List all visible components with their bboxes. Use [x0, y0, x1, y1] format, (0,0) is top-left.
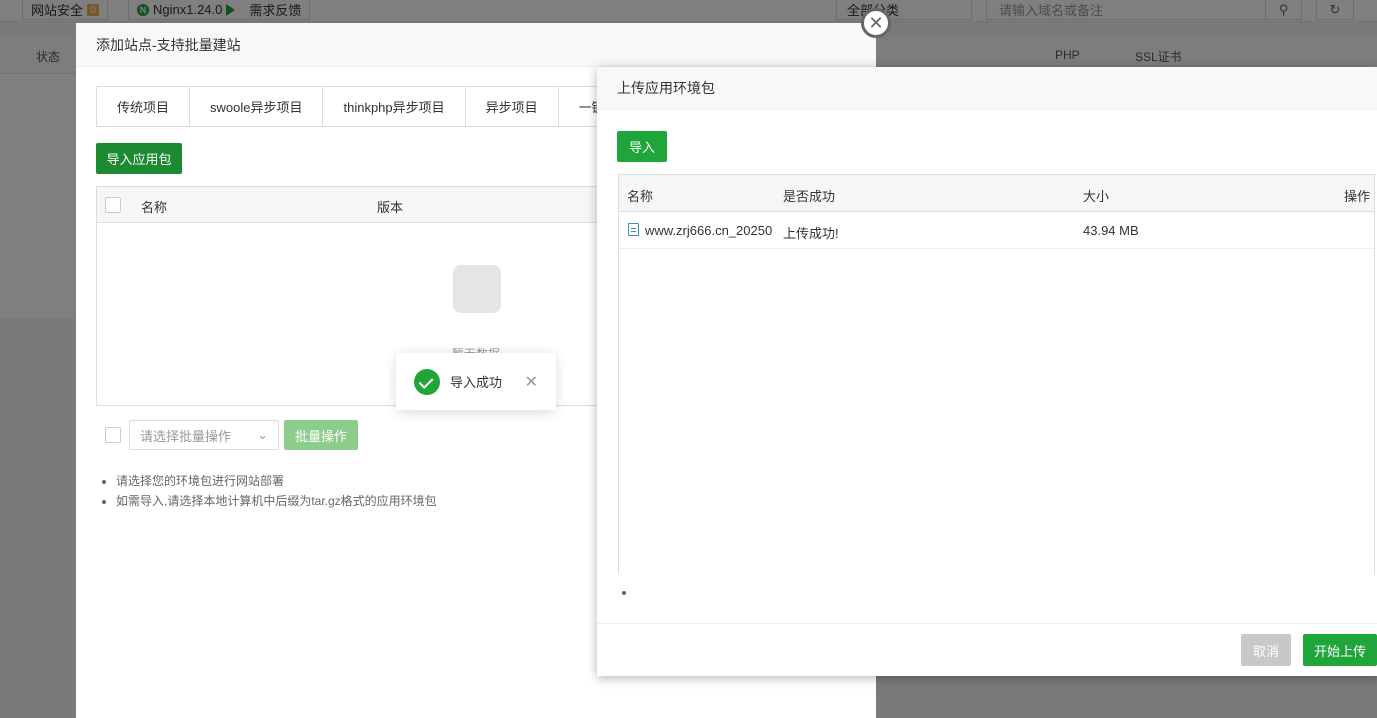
upload-status: 上传成功! [783, 226, 839, 241]
batch-operation-button[interactable]: 批量操作 [284, 420, 358, 450]
upload-dialog-title: 上传应用环境包 [597, 67, 1377, 110]
empty-box-icon [453, 265, 501, 313]
col-size: 大小 [1083, 189, 1110, 204]
project-tabs: 传统项目 swoole异步项目 thinkphp异步项目 异步项目 一键部署 [96, 86, 653, 127]
col-version: 版本 [377, 200, 404, 215]
import-button[interactable]: 导入 [617, 131, 667, 162]
batch-operation-select[interactable]: 请选择批量操作 ⌄ [129, 420, 279, 450]
toast-message: 导入成功 [450, 375, 503, 390]
tab-traditional[interactable]: 传统项目 [97, 87, 191, 126]
batch-placeholder: 请选择批量操作 [140, 428, 232, 444]
cancel-button[interactable]: 取消 [1241, 634, 1291, 666]
file-size: 43.94 MB [1083, 223, 1139, 238]
upload-table-header: 名称 是否成功 大小 操作 [619, 175, 1374, 212]
upload-file-table: 名称 是否成功 大小 操作 www.zrj666.cn_20250213 上传成… [618, 174, 1375, 574]
batch-checkbox[interactable] [105, 427, 121, 443]
success-toast: 导入成功 ✕ [396, 353, 556, 410]
check-circle-icon [414, 368, 440, 395]
bullet-dot [622, 591, 626, 595]
close-icon[interactable]: ✕ [525, 372, 538, 392]
upload-package-dialog: 上传应用环境包 导入 名称 是否成功 大小 操作 www.zrj666.cn_2… [597, 67, 1377, 676]
start-upload-button[interactable]: 开始上传 [1303, 634, 1377, 666]
file-icon [628, 223, 639, 236]
select-all-checkbox[interactable] [105, 197, 121, 213]
close-circle-icon[interactable]: ✕ [861, 8, 891, 38]
tips-list: 请选择您的环境包进行网站部署 如需导入,请选择本地计算机中后缀为tar.gz格式… [116, 471, 437, 511]
file-name: www.zrj666.cn_20250213 [645, 223, 773, 238]
import-package-button[interactable]: 导入应用包 [96, 143, 182, 174]
tip-item: 如需导入,请选择本地计算机中后缀为tar.gz格式的应用环境包 [116, 491, 437, 511]
tab-thinkphp[interactable]: thinkphp异步项目 [323, 87, 466, 126]
col-action: 操作 [1343, 189, 1370, 204]
tab-async[interactable]: 异步项目 [466, 87, 559, 126]
tip-item: 请选择您的环境包进行网站部署 [116, 471, 437, 491]
col-success: 是否成功 [783, 189, 836, 204]
tab-swoole[interactable]: swoole异步项目 [190, 87, 324, 126]
add-site-title: 添加站点-支持批量建站 [76, 23, 876, 67]
table-row: www.zrj666.cn_20250213 上传成功! 43.94 MB [619, 212, 1374, 249]
chevron-down-icon: ⌄ [257, 427, 268, 442]
upload-dialog-footer: 取消 开始上传 [597, 623, 1377, 676]
col-file-name: 名称 [627, 189, 654, 204]
col-name: 名称 [141, 200, 168, 215]
